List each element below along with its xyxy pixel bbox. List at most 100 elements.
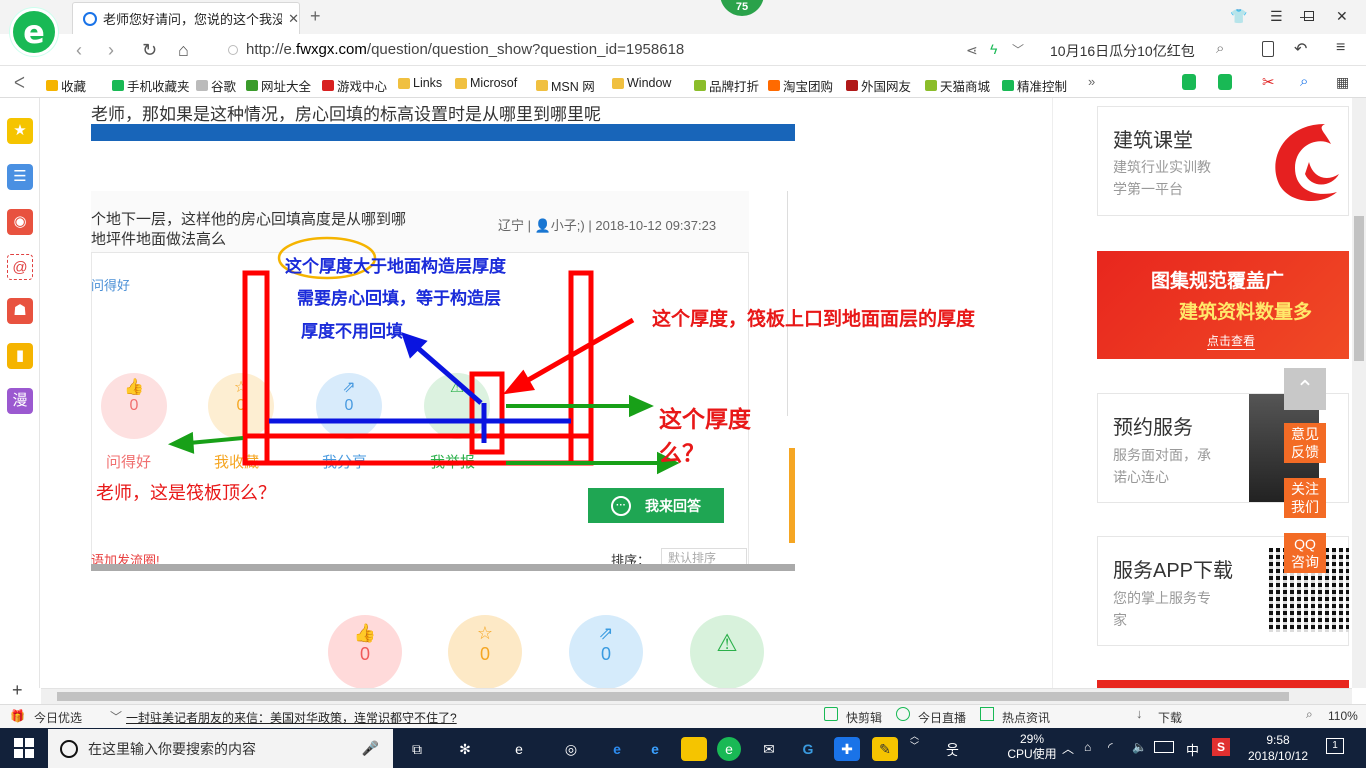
promo-link[interactable]: 10月16日瓜分10亿红包 xyxy=(1050,41,1195,61)
browser-tab[interactable]: 老师您好请问，您说的这个我没太 ✕ xyxy=(72,2,300,34)
skin-icon[interactable]: 👕 xyxy=(1230,8,1247,25)
comic-icon[interactable]: 漫 xyxy=(7,388,33,414)
bookmark-item[interactable]: 网址大全 xyxy=(246,76,311,95)
bookmark-item[interactable]: 淘宝团购 xyxy=(768,76,833,95)
tray-expand-icon[interactable]: ︿ xyxy=(1062,740,1074,757)
collect-button[interactable]: ☆ 0 xyxy=(448,615,522,688)
wifi-icon[interactable]: ◜ xyxy=(1108,740,1113,754)
edge-icon[interactable]: e xyxy=(604,737,630,761)
weibo-icon[interactable]: ◉ xyxy=(7,209,33,235)
status-news[interactable]: 一封驻美记者朋友的来信：美国对华政策，连常识都守不住了? xyxy=(126,709,457,726)
share-button[interactable]: ⇗ 0 xyxy=(569,615,643,688)
windows-start-icon[interactable] xyxy=(14,738,34,758)
bookmark-item[interactable]: 收藏 xyxy=(46,76,86,95)
notification-center-icon[interactable]: 1 xyxy=(1326,738,1344,754)
notes-app-icon[interactable]: ✎ xyxy=(872,737,898,761)
ime-indicator[interactable]: 中 xyxy=(1186,740,1199,759)
orbit-app-icon[interactable]: ◎ xyxy=(558,737,584,761)
qq-consult-button[interactable]: QQ咨询 xyxy=(1284,533,1326,573)
share-icon[interactable]: ⋖ xyxy=(966,42,978,59)
horizontal-scrollbar[interactable] xyxy=(41,688,1352,704)
qq-label: QQ咨询 xyxy=(1291,536,1319,570)
search-icon[interactable]: ⌕ xyxy=(1216,40,1224,57)
task-view-icon[interactable]: ⧉ xyxy=(404,737,430,761)
follow-button[interactable]: 关注我们 xyxy=(1284,478,1326,518)
back-to-top-icon[interactable]: ⌃ xyxy=(1284,368,1326,410)
mail-icon[interactable]: @ xyxy=(7,254,33,280)
taskbar-scroll-icon[interactable]: ︿ ﹀ xyxy=(910,731,919,751)
tab-close-icon[interactable]: ✕ xyxy=(288,11,299,27)
bookmark-item[interactable]: Microsof xyxy=(455,76,517,90)
favorites-icon[interactable]: ★ xyxy=(7,118,33,144)
banner-line2: 建筑资料数量多 xyxy=(1179,302,1313,323)
menu-icon[interactable]: ☰ xyxy=(1270,8,1283,25)
mail-icon[interactable]: ✉ xyxy=(756,737,782,761)
add-sidebar-icon[interactable]: + xyxy=(12,680,23,701)
status-today[interactable]: 今日优选 xyxy=(34,709,82,726)
status-item-4[interactable]: 下载 xyxy=(1158,709,1182,726)
like-button[interactable]: 👍 0 xyxy=(328,615,402,688)
bookmark-item[interactable]: 品牌打折 xyxy=(694,76,759,95)
news-icon[interactable]: ☰ xyxy=(7,164,33,190)
browser-360-icon[interactable]: e xyxy=(717,737,741,761)
clock[interactable]: 9:58 2018/10/12 xyxy=(1244,732,1312,764)
cpu-meter[interactable]: 29% CPU使用 xyxy=(1004,732,1060,762)
network-icon[interactable]: ⌂ xyxy=(1084,740,1091,754)
volume-icon[interactable]: 🔈 xyxy=(1132,740,1147,754)
browser-logo-icon[interactable]: e xyxy=(10,8,58,56)
zoom-level[interactable]: 110% xyxy=(1328,709,1358,723)
bookmark-item[interactable]: 手机收藏夹 xyxy=(112,76,190,95)
bookmark-item[interactable]: 谷歌 xyxy=(196,76,236,95)
bookmark-item[interactable]: 精准控制 xyxy=(1002,76,1067,95)
fan-app-icon[interactable]: ✻ xyxy=(452,737,478,761)
scissors-icon[interactable]: ✂ xyxy=(1262,73,1275,91)
bookmark-item[interactable]: Window xyxy=(612,76,671,90)
more-bookmarks-icon[interactable]: » xyxy=(1088,74,1095,89)
lightning-icon[interactable]: ϟ xyxy=(990,41,997,57)
plus-app-icon[interactable]: ✚ xyxy=(834,737,860,761)
status-item-2[interactable]: 今日直播 xyxy=(918,709,966,726)
translate-icon[interactable] xyxy=(1218,74,1232,90)
bookmark-item[interactable]: 外国网友 xyxy=(846,76,911,95)
url-input[interactable]: http://e.fwxgx.com/question/question_sho… xyxy=(246,41,684,58)
new-tab-icon[interactable]: + xyxy=(310,6,321,27)
ie-icon[interactable]: e xyxy=(642,737,668,761)
restore-icon[interactable] xyxy=(1304,8,1314,24)
back-icon[interactable]: ‹ xyxy=(76,40,82,61)
vertical-scroll-thumb[interactable] xyxy=(1354,216,1364,361)
menu-lines-icon[interactable]: ≡ xyxy=(1336,39,1345,57)
horizontal-scroll-thumb[interactable] xyxy=(57,692,1289,701)
banner-button[interactable]: 点击查看 xyxy=(1207,332,1256,350)
browser-e-icon[interactable]: e xyxy=(506,737,532,761)
sidebar-toggle-icon[interactable]: ᐸ xyxy=(14,74,25,92)
home-icon[interactable]: ⌂ xyxy=(178,40,189,61)
book-icon[interactable]: ▮ xyxy=(7,343,33,369)
people-icon[interactable]: 웃 xyxy=(946,740,959,760)
report-button[interactable]: ⚠ xyxy=(690,615,764,688)
close-window-icon[interactable]: ✕ xyxy=(1336,8,1348,25)
bookmark-item[interactable]: 天猫商城 xyxy=(925,76,990,95)
status-item-1[interactable]: 快剪辑 xyxy=(846,709,882,726)
sogou-icon[interactable]: S xyxy=(1212,738,1230,756)
vertical-scrollbar[interactable] xyxy=(1352,98,1366,688)
file-explorer-icon[interactable] xyxy=(681,737,707,761)
bookmark-item[interactable]: MSN 网 xyxy=(536,76,595,95)
chevron-down-icon[interactable]: ﹀ xyxy=(1012,41,1024,58)
reload-icon[interactable]: ↻ xyxy=(142,40,157,61)
magnifier-icon[interactable]: ⌕ xyxy=(1300,73,1308,90)
bookmark-item[interactable]: 游戏中心 xyxy=(322,76,387,95)
phone-icon[interactable] xyxy=(1262,41,1274,57)
forward-icon[interactable]: › xyxy=(108,40,114,61)
site-info-icon[interactable] xyxy=(228,45,238,55)
news-chevron-icon[interactable]: ﹀ xyxy=(110,708,122,725)
bookmark-item[interactable]: Links xyxy=(398,76,442,90)
keyboard-icon[interactable] xyxy=(1154,741,1174,753)
status-item-3[interactable]: 热点资讯 xyxy=(1002,709,1050,726)
apps-grid-icon[interactable]: ▦ xyxy=(1336,74,1349,91)
game-icon[interactable]: ☗ xyxy=(7,298,33,324)
security-shield-icon[interactable] xyxy=(1182,74,1196,90)
undo-icon[interactable]: ↶ xyxy=(1294,39,1307,59)
g-app-icon[interactable]: G xyxy=(795,737,821,761)
feedback-button[interactable]: 意见反馈 xyxy=(1284,423,1326,463)
taskbar-search[interactable]: 在这里输入你要搜索的内容 🎤 xyxy=(48,729,393,768)
